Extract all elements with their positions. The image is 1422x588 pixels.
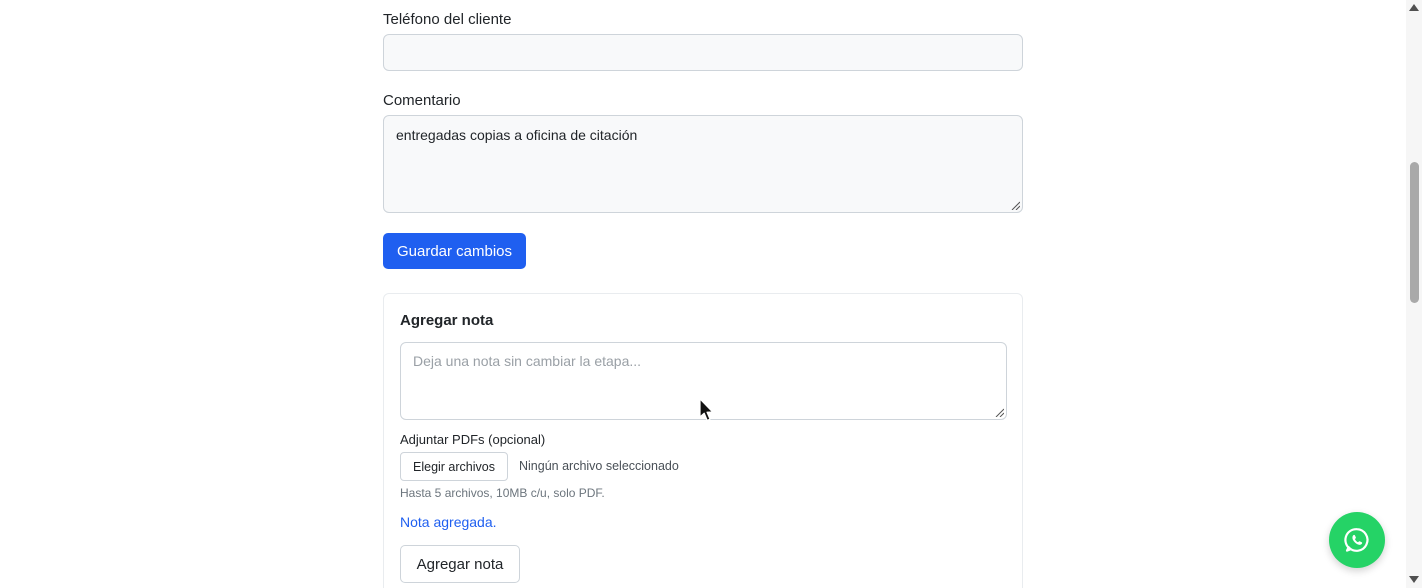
comment-text: entregadas copias a oficina de citación <box>396 127 638 143</box>
file-status-text: Ningún archivo seleccionado <box>519 459 679 473</box>
resize-grip-icon[interactable] <box>1011 201 1020 210</box>
mouse-pointer-icon <box>699 398 714 421</box>
resize-grip-icon[interactable] <box>995 408 1004 417</box>
upload-hint: Hasta 5 archivos, 10MB c/u, solo PDF. <box>400 486 605 500</box>
save-changes-button[interactable]: Guardar cambios <box>383 233 526 269</box>
note-placeholder: Deja una nota sin cambiar la etapa... <box>413 353 642 369</box>
comment-textarea[interactable]: entregadas copias a oficina de citación <box>383 115 1023 213</box>
vertical-scrollbar[interactable] <box>1406 0 1422 588</box>
phone-input[interactable] <box>383 34 1023 71</box>
whatsapp-chat-button[interactable] <box>1329 512 1385 568</box>
scroll-down-arrow-icon[interactable] <box>1409 576 1419 583</box>
choose-files-button[interactable]: Elegir archivos <box>400 452 508 481</box>
add-note-card: Agregar nota Deja una nota sin cambiar l… <box>383 293 1023 588</box>
add-note-title: Agregar nota <box>400 312 494 329</box>
scroll-thumb[interactable] <box>1410 162 1419 303</box>
attach-pdfs-label: Adjuntar PDFs (opcional) <box>400 432 546 447</box>
scroll-up-arrow-icon[interactable] <box>1409 4 1419 11</box>
whatsapp-icon <box>1344 528 1369 552</box>
comment-label: Comentario <box>383 92 461 109</box>
phone-label: Teléfono del cliente <box>383 11 512 28</box>
add-note-button[interactable]: Agregar nota <box>400 545 520 583</box>
note-added-message: Nota agregada. <box>400 514 497 530</box>
